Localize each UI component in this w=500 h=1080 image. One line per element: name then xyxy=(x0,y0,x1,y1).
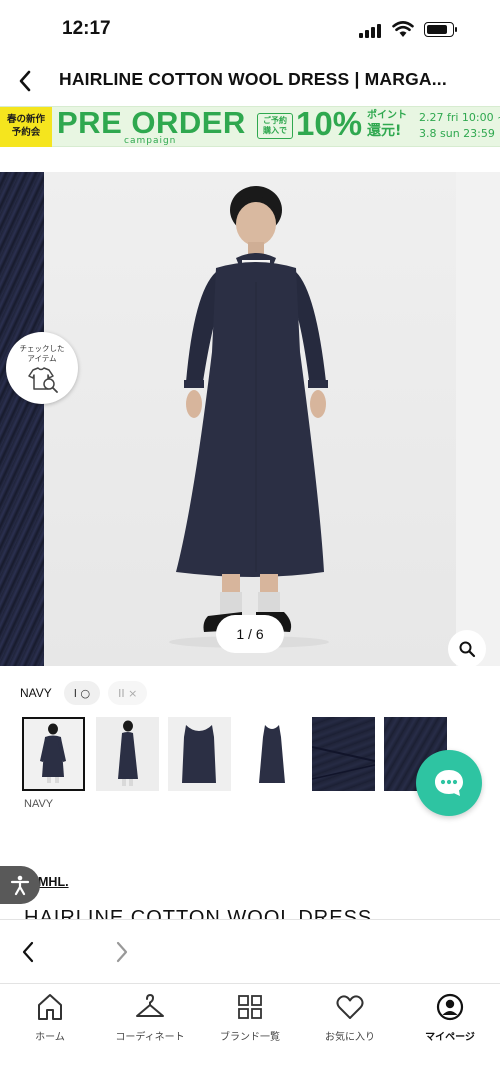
banner-box: ご予約 購入で xyxy=(257,113,293,139)
banner-point-line1: ポイント xyxy=(367,110,407,121)
banner-point: ポイント 還元! xyxy=(367,109,407,140)
thumbnail-4-image xyxy=(259,725,285,783)
chevron-right-icon xyxy=(116,941,128,963)
nav-header: HAIRLINE COTTON WOOL DRESS | MARGA... xyxy=(0,58,500,104)
checked-items-label: チェックした アイテム xyxy=(19,344,65,363)
user-icon xyxy=(436,993,464,1021)
tab-home-label: ホーム xyxy=(35,1032,65,1043)
product-gallery[interactable]: チェックした アイテム 1 / 6 xyxy=(0,172,500,666)
thumbnail-2-image xyxy=(118,720,138,786)
checked-items-button[interactable]: チェックした アイテム xyxy=(6,332,78,404)
page-title: HAIRLINE COTTON WOOL DRESS | MARGA... xyxy=(59,69,447,89)
banner-subtitle: campaign xyxy=(124,136,177,146)
browser-nav-bar xyxy=(0,919,500,983)
bottom-tab-bar: ホーム コーディネート ブランド一覧 お気に入り マイページ xyxy=(0,983,500,1080)
hanger-icon xyxy=(136,994,164,1017)
signal-icon xyxy=(359,24,385,38)
back-button[interactable] xyxy=(10,66,40,96)
thumbnail-4[interactable] xyxy=(241,717,304,791)
banner-box-line2: 購入で xyxy=(263,126,287,135)
main-product-photo[interactable] xyxy=(44,172,456,666)
thumbnail-caption: NAVY xyxy=(24,798,54,810)
color-name: NAVY xyxy=(20,686,52,700)
accessibility-button[interactable] xyxy=(0,866,40,904)
size-chip-unavailable[interactable]: II × xyxy=(108,681,148,705)
chevron-left-icon xyxy=(19,70,31,92)
tab-mypage[interactable]: マイページ xyxy=(400,984,500,1080)
battery-icon xyxy=(424,22,457,37)
banner-date-start: 2.27 fri 10:00 ~ xyxy=(419,111,500,124)
chat-bubble-icon xyxy=(435,770,463,796)
banner-box-line1: ご予約 xyxy=(263,116,287,125)
previous-photo-fabric[interactable] xyxy=(0,172,44,666)
search-icon xyxy=(459,641,476,658)
heart-icon xyxy=(336,995,364,1019)
tab-mypage-label: マイページ xyxy=(425,1032,475,1043)
tab-coordinate[interactable]: コーディネート xyxy=(100,984,200,1080)
thumbnail-1-image xyxy=(40,723,66,783)
banner-dates: 2.27 fri 10:00 ~ 3.8 sun 23:59 xyxy=(419,110,500,142)
tab-home[interactable]: ホーム xyxy=(0,984,100,1080)
banner-title: PRE ORDER xyxy=(57,105,246,140)
banner-percent: 10% xyxy=(296,105,363,142)
tab-brands[interactable]: ブランド一覧 xyxy=(200,984,300,1080)
tab-coordinate-label: コーディネート xyxy=(115,1032,185,1043)
chat-button[interactable] xyxy=(416,750,482,816)
tab-favorites[interactable]: お気に入り xyxy=(300,984,400,1080)
browser-back-button[interactable] xyxy=(14,937,42,967)
photo-pager: 1 / 6 xyxy=(216,615,284,653)
thumbnail-3-image xyxy=(182,725,216,783)
product-name: HAIRLINE COTTON WOOL DRESS xyxy=(24,907,373,920)
browser-forward-button[interactable] xyxy=(108,937,136,967)
banner-tag: 春の新作 予約会 xyxy=(0,107,52,147)
pre-order-banner[interactable]: 春の新作 予約会 PRE ORDER campaign ご予約 購入で 10% … xyxy=(0,106,500,147)
banner-point-line2: 還元! xyxy=(367,123,402,139)
thumbnail-1[interactable] xyxy=(22,717,85,791)
shirt-search-icon xyxy=(28,367,58,393)
thumbnail-2[interactable] xyxy=(96,717,159,791)
tab-brands-label: ブランド一覧 xyxy=(220,1032,280,1043)
chevron-left-icon xyxy=(22,941,34,963)
banner-date-end: 3.8 sun 23:59 xyxy=(419,127,495,140)
size-chip-available[interactable]: I ○ xyxy=(63,681,101,705)
wifi-icon xyxy=(392,21,414,37)
banner-tag-line2: 予約会 xyxy=(11,127,41,138)
grid-icon xyxy=(238,995,262,1019)
model-figure xyxy=(169,186,329,648)
zoom-button[interactable] xyxy=(448,630,486,666)
status-bar: 12:17 xyxy=(0,0,500,58)
thumbnail-3[interactable] xyxy=(168,717,231,791)
thumbnail-5[interactable] xyxy=(311,717,376,791)
home-icon xyxy=(38,994,62,1020)
color-size-row: NAVY I ○ II × xyxy=(20,681,155,705)
accessibility-icon xyxy=(10,875,30,896)
thumbnail-5-image xyxy=(311,746,376,780)
brand-link[interactable]: MHL. xyxy=(38,875,69,889)
banner-tag-line1: 春の新作 xyxy=(6,114,45,125)
next-photo-preview[interactable] xyxy=(456,172,500,666)
status-time: 12:17 xyxy=(62,18,111,39)
tab-favorites-label: お気に入り xyxy=(325,1032,375,1043)
